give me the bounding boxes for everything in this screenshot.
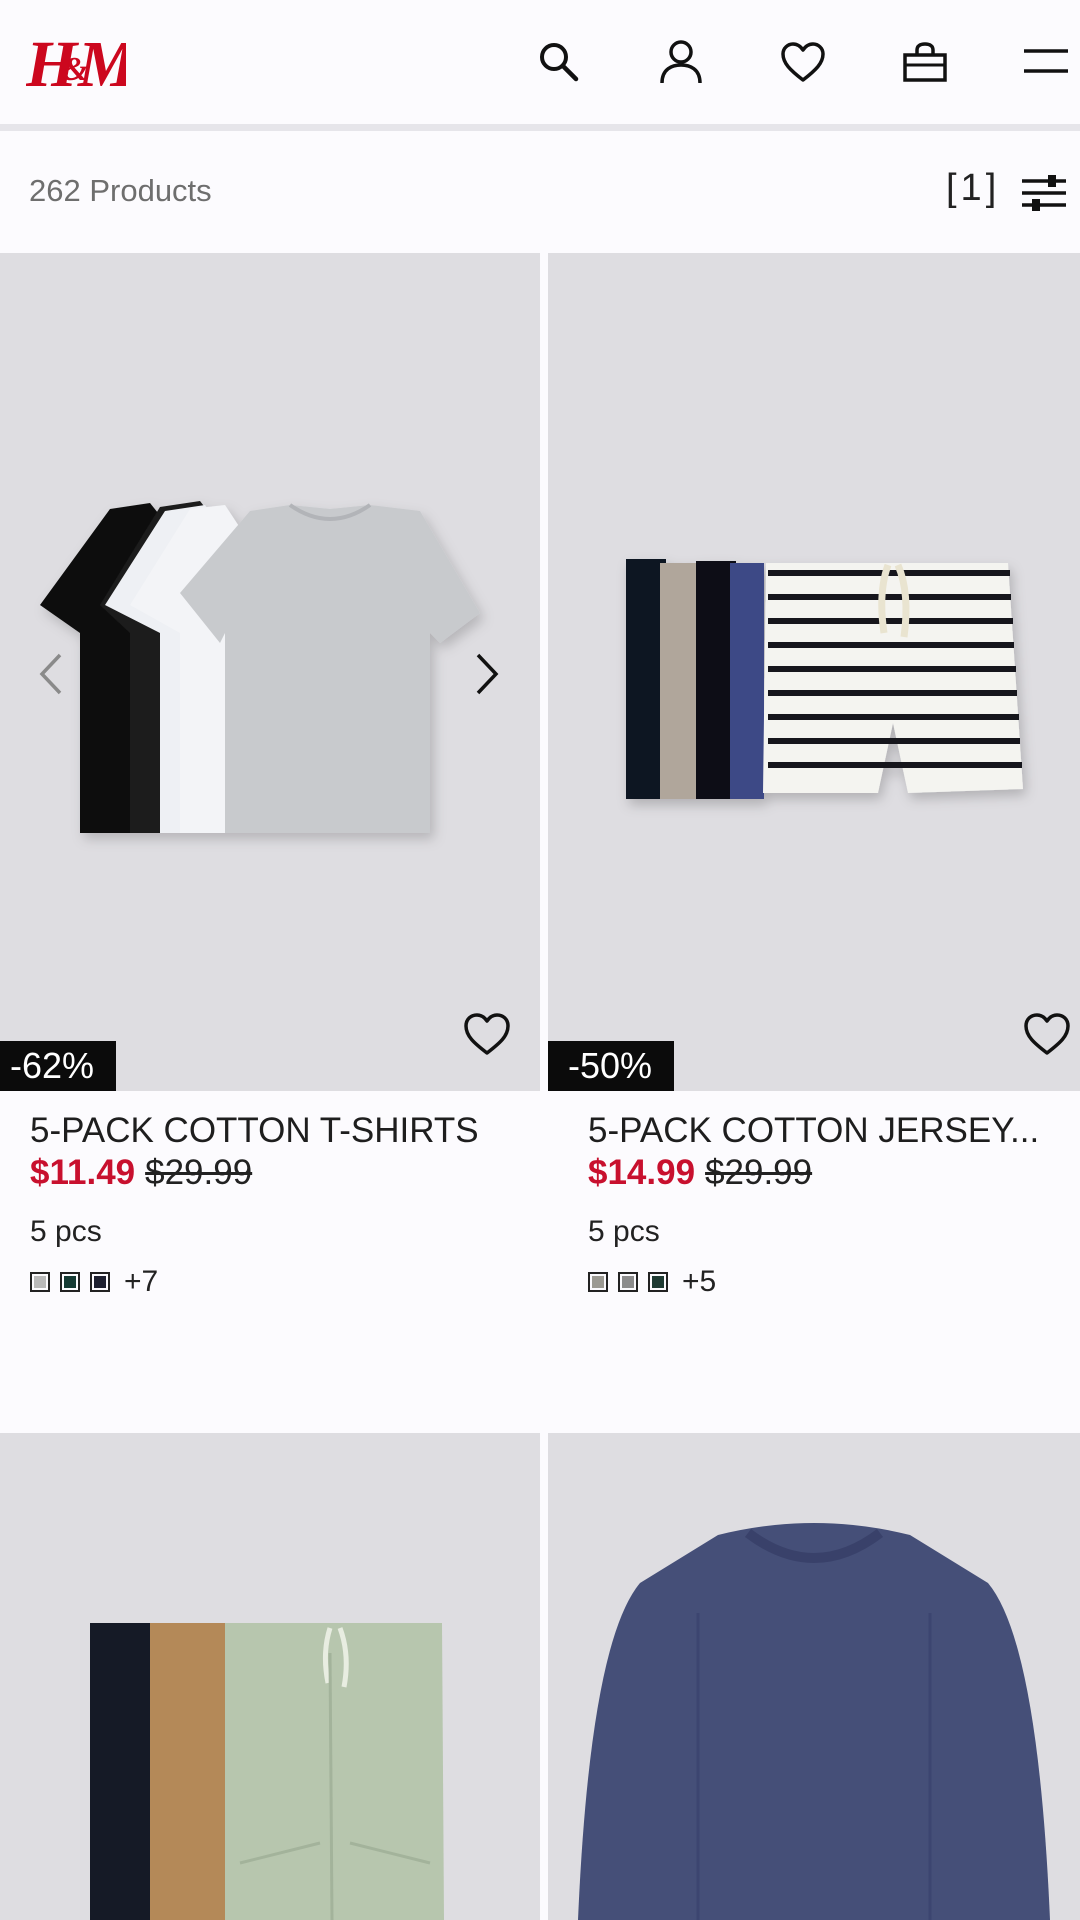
product-card[interactable]: -62% 5-PACK COTTON T-SHIRTS $11.49 $29.99… (0, 253, 540, 1433)
pack-size: 5 pcs (588, 1215, 660, 1248)
color-swatch[interactable] (90, 1272, 110, 1292)
add-to-favorites-icon[interactable] (462, 1011, 512, 1057)
color-swatch[interactable] (618, 1272, 638, 1292)
active-filter-count[interactable]: [1] (946, 167, 1000, 210)
svg-text:M: M (77, 28, 126, 100)
color-swatch[interactable] (60, 1272, 80, 1292)
product-image[interactable]: -50% (548, 253, 1080, 1091)
menu-icon[interactable] (1018, 34, 1074, 90)
color-swatches: +7 (30, 1265, 158, 1299)
price-row: $11.49 $29.99 (30, 1153, 252, 1193)
heart-icon[interactable] (775, 34, 831, 90)
product-title[interactable]: 5-PACK COTTON T-SHIRTS (30, 1111, 520, 1151)
discount-badge: -62% (0, 1041, 117, 1091)
hm-logo[interactable]: H & M (26, 24, 126, 100)
site-header: H & M (0, 0, 1080, 124)
product-card[interactable] (0, 1433, 540, 1920)
original-price: $29.99 (705, 1153, 813, 1192)
more-colors[interactable]: +5 (682, 1265, 716, 1299)
product-title[interactable]: 5-PACK COTTON JERSEY... (588, 1111, 1078, 1151)
pants-illustration (90, 1623, 444, 1920)
search-icon[interactable] (531, 34, 587, 90)
sale-price: $14.99 (588, 1153, 696, 1192)
color-swatch[interactable] (648, 1272, 668, 1292)
carousel-next-icon[interactable] (466, 649, 506, 699)
product-card[interactable] (548, 1433, 1080, 1920)
sweatshirt-illustration (578, 1523, 1050, 1920)
color-swatches: +5 (588, 1265, 716, 1299)
product-count: 262 Products (29, 173, 212, 208)
bag-icon[interactable] (897, 34, 953, 90)
add-to-favorites-icon[interactable] (1022, 1011, 1072, 1057)
pack-size: 5 pcs (30, 1215, 102, 1248)
header-divider (0, 124, 1080, 131)
tshirts-illustration (40, 501, 480, 833)
account-icon[interactable] (653, 34, 709, 90)
color-swatch[interactable] (30, 1272, 50, 1292)
color-swatch[interactable] (588, 1272, 608, 1292)
more-colors[interactable]: +7 (124, 1265, 158, 1299)
results-bar: 262 Products [1] (0, 131, 1080, 253)
product-card[interactable]: -50% 5-PACK COTTON JERSEY... $14.99 $29.9… (548, 253, 1080, 1433)
filter-icon[interactable] (1020, 171, 1068, 215)
shorts-illustration (626, 559, 1023, 799)
product-image[interactable] (0, 1433, 540, 1920)
price-row: $14.99 $29.99 (588, 1153, 812, 1193)
product-image[interactable]: -62% (0, 253, 540, 1091)
discount-badge: -50% (548, 1041, 675, 1091)
product-image[interactable] (548, 1433, 1080, 1920)
carousel-prev-icon[interactable] (32, 649, 72, 699)
original-price: $29.99 (145, 1153, 253, 1192)
sale-price: $11.49 (30, 1153, 136, 1192)
